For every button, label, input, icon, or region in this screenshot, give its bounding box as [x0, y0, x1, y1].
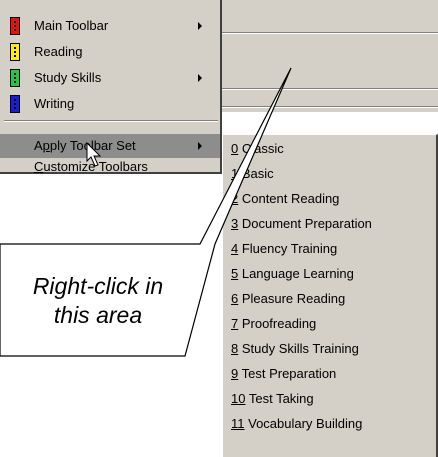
callout-text: Right-click in this area: [32, 273, 164, 328]
callout-bubble: [0, 67, 292, 357]
mouse-pointer-icon: [86, 142, 102, 167]
